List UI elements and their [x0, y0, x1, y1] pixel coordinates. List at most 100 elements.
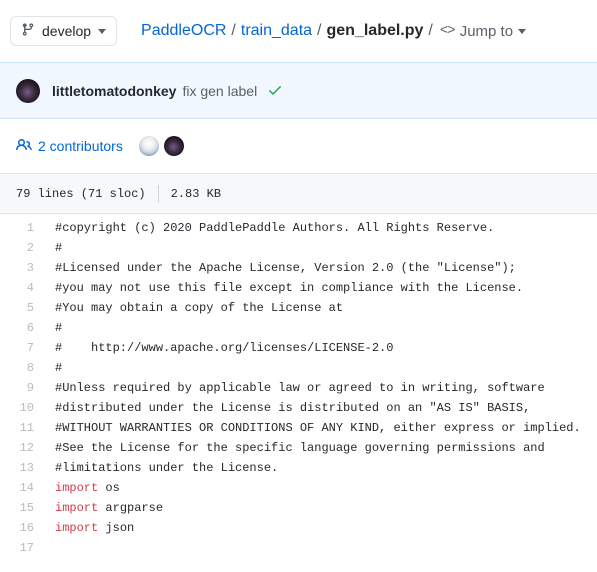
breadcrumb-file-name: gen_label.py: [326, 22, 424, 39]
line-content: #limitations under the License.: [44, 458, 278, 478]
breadcrumb-separator: /: [428, 22, 433, 39]
line-number[interactable]: 10: [0, 398, 44, 418]
people-icon: [16, 137, 32, 156]
code-token: # http://www.apache.org/licenses/LICENSE…: [55, 341, 394, 355]
line-content: #distributed under the License is distri…: [44, 398, 530, 418]
latest-commit-bar: littletomatodonkey fix gen label: [0, 62, 597, 119]
code-line: 3 #Licensed under the Apache License, Ver…: [0, 258, 597, 278]
breadcrumb-separator: /: [317, 22, 322, 39]
code-token: os: [98, 481, 120, 495]
code-token: #: [55, 241, 63, 255]
contributors-bar: 2 contributors: [0, 119, 597, 174]
file-size: 2.83 KB: [170, 186, 222, 201]
contributors-link[interactable]: 2 contributors: [16, 137, 123, 156]
code-token: #You may obtain a copy of the License at: [55, 301, 344, 315]
line-number[interactable]: 8: [0, 358, 44, 378]
code-token: #Unless required by applicable law or ag…: [55, 381, 545, 395]
line-number[interactable]: 11: [0, 418, 44, 438]
code-token: argparse: [98, 501, 164, 515]
line-content: #copyright (c) 2020 PaddlePaddle Authors…: [44, 218, 494, 238]
contributors-label: 2 contributors: [38, 138, 123, 154]
file-stats-bar: 79 lines (71 sloc) 2.83 KB: [0, 174, 597, 214]
code-line: 17: [0, 538, 597, 558]
code-angle-icon: <>: [439, 23, 456, 39]
code-line: 4 #you may not use this file except in co…: [0, 278, 597, 298]
file-line-count: 79 lines (71 sloc): [16, 186, 146, 201]
line-number[interactable]: 16: [0, 518, 44, 538]
code-line: 11 #WITHOUT WARRANTIES OR CONDITIONS OF A…: [0, 418, 597, 438]
code-line: 8 #: [0, 358, 597, 378]
code-line: 14 import os: [0, 478, 597, 498]
breadcrumb-folder-link[interactable]: train_data: [241, 22, 312, 40]
commit-author-link[interactable]: littletomatodonkey: [52, 83, 176, 99]
line-content: # http://www.apache.org/licenses/LICENSE…: [44, 338, 393, 358]
branch-selector-button[interactable]: develop: [10, 16, 118, 46]
line-number[interactable]: 9: [0, 378, 44, 398]
line-content: #: [44, 238, 62, 258]
line-content: #Unless required by applicable law or ag…: [44, 378, 545, 398]
line-content: import os: [44, 478, 120, 498]
line-content: #Licensed under the Apache License, Vers…: [44, 258, 516, 278]
code-token: json: [98, 521, 135, 535]
jump-to-label: Jump to: [459, 22, 514, 40]
chevron-down-icon: [518, 28, 527, 34]
code-token: #Licensed under the Apache License, Vers…: [55, 261, 516, 275]
code-token: #WITHOUT WARRANTIES OR CONDITIONS OF ANY…: [55, 421, 581, 435]
line-number[interactable]: 17: [0, 538, 44, 558]
breadcrumb: PaddleOCR / train_data / gen_label.py / …: [141, 22, 527, 40]
contributor-avatar-list: [138, 136, 184, 156]
line-number[interactable]: 13: [0, 458, 44, 478]
code-token: #you may not use this file except in com…: [55, 281, 524, 295]
code-line: 2 #: [0, 238, 597, 258]
line-content: import json: [44, 518, 134, 538]
code-token: #distributed under the License is distri…: [55, 401, 531, 415]
code-line: 5 #You may obtain a copy of the License a…: [0, 298, 597, 318]
code-token: #limitations under the License.: [55, 461, 279, 475]
line-number[interactable]: 7: [0, 338, 44, 358]
line-number[interactable]: 4: [0, 278, 44, 298]
line-content: #: [44, 318, 62, 338]
avatar[interactable]: [163, 136, 184, 156]
line-number[interactable]: 1: [0, 218, 44, 238]
line-number[interactable]: 15: [0, 498, 44, 518]
line-number[interactable]: 14: [0, 478, 44, 498]
line-content: #WITHOUT WARRANTIES OR CONDITIONS OF ANY…: [44, 418, 581, 438]
code-line: 1 #copyright (c) 2020 PaddlePaddle Author…: [0, 218, 597, 238]
code-line: 16 import json: [0, 518, 597, 538]
line-content: #See the License for the specific langua…: [44, 438, 545, 458]
line-content: #: [44, 358, 62, 378]
line-number[interactable]: 12: [0, 438, 44, 458]
line-number[interactable]: 2: [0, 238, 44, 258]
line-number[interactable]: 3: [0, 258, 44, 278]
file-header-toolbar: develop PaddleOCR / train_data / gen_lab…: [0, 0, 597, 62]
code-line: 6 #: [0, 318, 597, 338]
code-line: 13 #limitations under the License.: [0, 458, 597, 478]
line-content: import argparse: [44, 498, 163, 518]
code-token: #: [55, 361, 63, 375]
code-line: 12 #See the License for the specific lang…: [0, 438, 597, 458]
code-line: 7 # http://www.apache.org/licenses/LICENS…: [0, 338, 597, 358]
avatar[interactable]: [16, 78, 40, 103]
avatar[interactable]: [138, 136, 159, 156]
code-token: #copyright (c) 2020 PaddlePaddle Authors…: [55, 221, 495, 235]
commit-message[interactable]: fix gen label: [182, 83, 257, 99]
branch-name-label: develop: [42, 23, 92, 39]
code-token: #See the License for the specific langua…: [55, 441, 545, 455]
code-line: 15 import argparse: [0, 498, 597, 518]
line-number[interactable]: 5: [0, 298, 44, 318]
file-code-view[interactable]: 1 #copyright (c) 2020 PaddlePaddle Author…: [0, 214, 597, 558]
code-token: import: [55, 521, 99, 535]
check-icon[interactable]: [267, 82, 283, 100]
breadcrumb-repo-link[interactable]: PaddleOCR: [141, 22, 226, 40]
breadcrumb-separator: /: [231, 22, 236, 39]
chevron-down-icon: [98, 28, 107, 34]
code-line: 9 #Unless required by applicable law or a…: [0, 378, 597, 398]
code-token: #: [55, 321, 63, 335]
code-token: import: [55, 501, 99, 515]
file-meta-divider: [157, 184, 159, 203]
git-branch-icon: [21, 22, 35, 40]
line-content: #You may obtain a copy of the License at: [44, 298, 343, 318]
code-line: 10 #distributed under the License is dist…: [0, 398, 597, 418]
jump-to-button[interactable]: <> Jump to: [439, 22, 527, 40]
line-number[interactable]: 6: [0, 318, 44, 338]
